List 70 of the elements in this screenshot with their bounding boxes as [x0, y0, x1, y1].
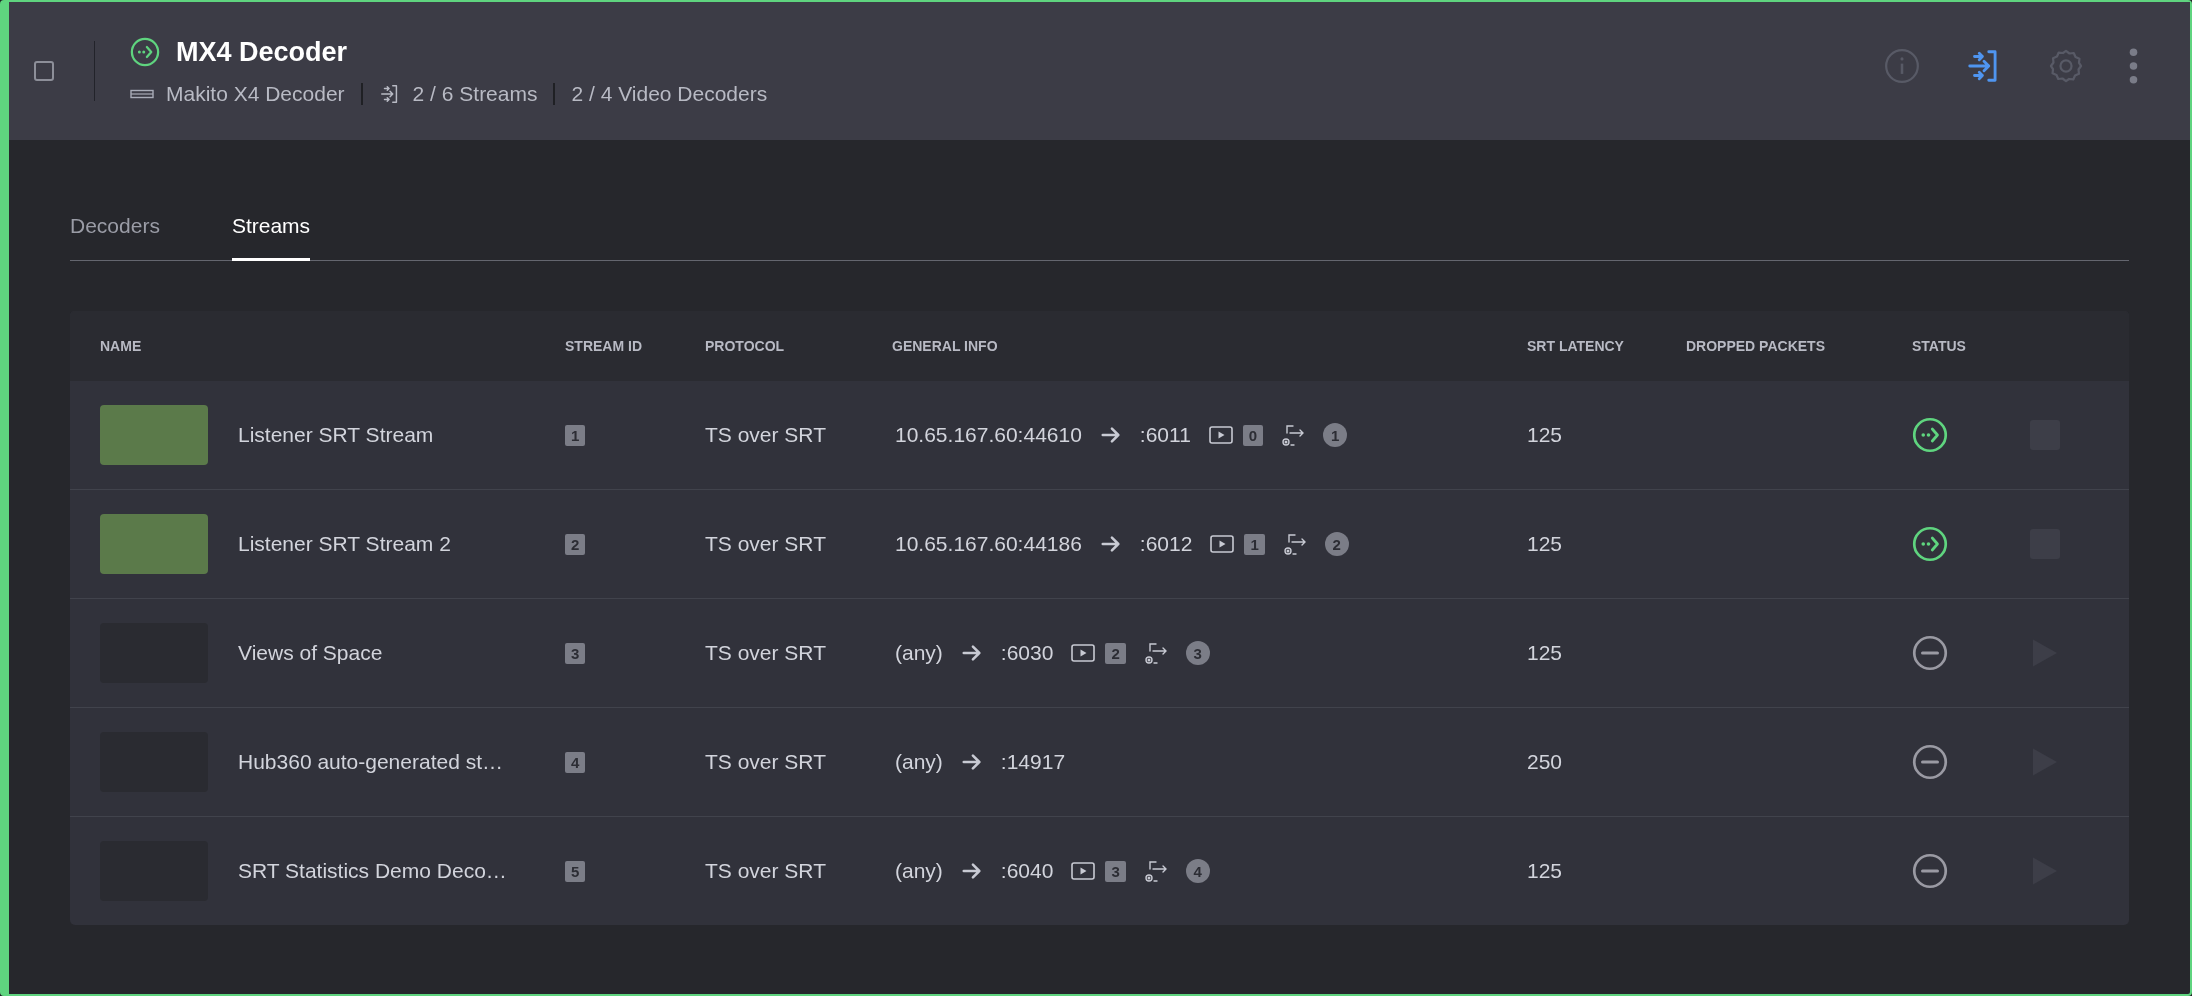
- protocol-text: TS over SRT: [705, 750, 826, 774]
- arrow-icon: [960, 860, 983, 882]
- stream-name: Listener SRT Stream 2: [238, 532, 451, 556]
- output-icon: [1143, 641, 1168, 665]
- more-button[interactable]: [2127, 46, 2140, 86]
- output-badge: 2: [1324, 532, 1349, 556]
- output-badge: 1: [1323, 423, 1348, 447]
- column-header: SRT LATENCY: [1527, 338, 1624, 354]
- stream-name: Views of Space: [238, 641, 383, 665]
- protocol-text: TS over SRT: [705, 859, 826, 883]
- tab[interactable]: Streams: [231, 214, 311, 261]
- output-icon: [1143, 859, 1168, 883]
- video-decoder-badge: 2: [1105, 642, 1126, 664]
- arrow-icon: [960, 751, 983, 773]
- streams-count: 2 / 6 Streams: [412, 81, 538, 106]
- column-header: STREAM ID: [565, 338, 642, 354]
- latency-value: 125: [1527, 859, 1563, 883]
- source-address: 10.65.167.60:44186: [895, 532, 1082, 556]
- destination-port: :6040: [1000, 859, 1054, 883]
- source-address: (any): [895, 859, 943, 883]
- destination-port: :6012: [1139, 532, 1193, 556]
- stream-name: Listener SRT Stream: [238, 423, 434, 447]
- latency-value: 125: [1527, 641, 1563, 665]
- stream-name: Hub360 auto-generated st…: [238, 750, 503, 774]
- latency-value: 250: [1527, 750, 1563, 774]
- video-decoder-badge: 0: [1242, 424, 1264, 446]
- tab[interactable]: Decoders: [70, 214, 160, 261]
- arrow-icon: [960, 642, 983, 664]
- column-header: PROTOCOL: [705, 338, 785, 354]
- video-decoder-badge: 1: [1244, 533, 1265, 555]
- stream-id-badge: 2: [565, 533, 586, 555]
- column-header: STATUS: [1912, 338, 1966, 354]
- column-header: GENERAL INFO: [892, 338, 998, 354]
- output-icon: [1281, 423, 1306, 447]
- video-icon: [1208, 425, 1233, 445]
- arrow-icon: [1099, 424, 1122, 446]
- stream-id-badge: 4: [565, 751, 586, 773]
- device-title: MX4 Decoder: [176, 36, 348, 68]
- latency-value: 125: [1527, 423, 1563, 447]
- protocol-text: TS over SRT: [705, 423, 826, 447]
- protocol-text: TS over SRT: [705, 532, 826, 556]
- video-icon: [1210, 534, 1235, 554]
- source-address: 10.65.167.60:44610: [895, 423, 1082, 447]
- video-icon: [1071, 643, 1096, 663]
- more-icon: [2129, 48, 2138, 84]
- device-icon: [130, 88, 154, 99]
- destination-port: :6011: [1139, 423, 1191, 447]
- destination-port: :14917: [1000, 750, 1066, 774]
- settings-icon: [2047, 47, 2085, 85]
- video-icon: [1071, 861, 1096, 881]
- output-icon: [1282, 532, 1307, 556]
- decoders-count: 2 / 4 Video Decoders: [571, 81, 768, 106]
- protocol-text: TS over SRT: [705, 641, 826, 665]
- source-address: (any): [895, 750, 943, 774]
- stream-name: SRT Statistics Demo Deco…: [238, 859, 507, 883]
- column-header: DROPPED PACKETS: [1686, 338, 1825, 354]
- arrow-icon: [1099, 533, 1122, 555]
- stream-id-badge: 1: [565, 424, 586, 446]
- column-header: NAME: [100, 338, 142, 354]
- output-badge: 4: [1185, 859, 1210, 883]
- stream-id-badge: 5: [565, 860, 586, 882]
- stream-id-badge: 3: [565, 642, 586, 664]
- latency-value: 125: [1527, 532, 1563, 556]
- destination-port: :6030: [1000, 641, 1054, 665]
- video-decoder-badge: 3: [1105, 860, 1126, 882]
- source-address: (any): [895, 641, 943, 665]
- info-icon: [1883, 47, 1921, 85]
- select-checkbox[interactable]: [34, 61, 54, 81]
- device-model: Makito X4 Decoder: [166, 81, 345, 106]
- output-badge: 3: [1185, 641, 1210, 665]
